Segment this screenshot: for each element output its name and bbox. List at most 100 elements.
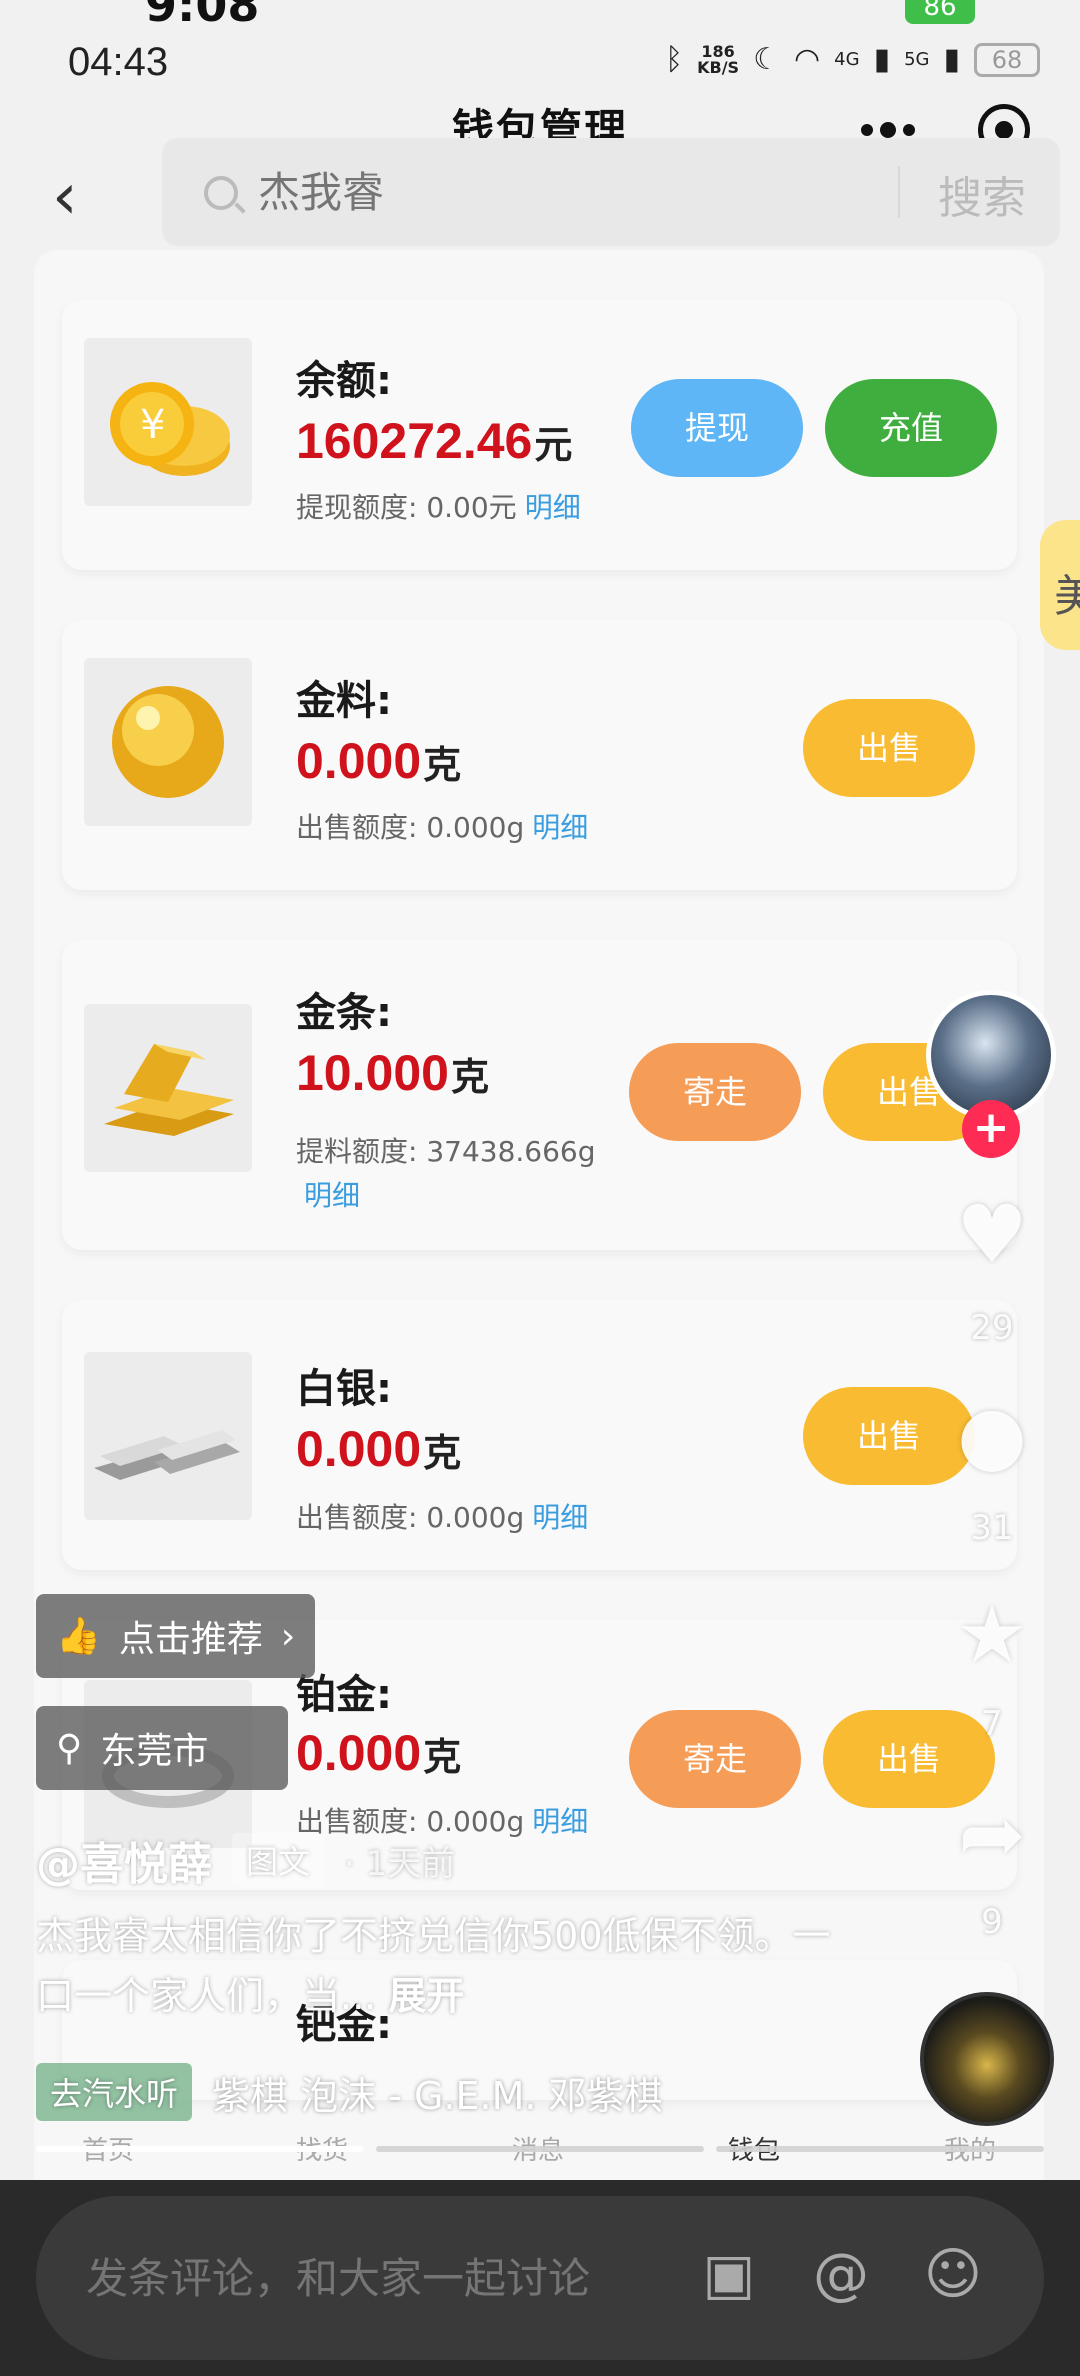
heart-icon[interactable]: ♥ [942, 1190, 1042, 1280]
wallet-card-balance: ¥ 余额: 160272.46元 提现额度: 0.00元 明细 提现 充值 [62, 300, 1017, 570]
author-line: @喜悦薛 图文 · 1天前 [36, 1828, 455, 1892]
share-icon[interactable]: ➦ [942, 1790, 1042, 1880]
withdraw-button[interactable]: 提现 [631, 379, 803, 477]
wallet-name: 金料: [296, 678, 392, 724]
screen: 9:08 86 04:43 ᛒ 186 KB/S ☾ ◠ 4G ▮ 5G ▮ 6… [0, 0, 1080, 2180]
at-icon[interactable]: @ [806, 2240, 876, 2310]
gold-bar-icon [104, 1044, 234, 1136]
wallet-quota: 提现额度: 0.00元 明细 [296, 486, 581, 526]
gold-bead-icon [112, 686, 224, 798]
comment-bar: ▣ @ ☺ [36, 2196, 1044, 2360]
recharge-button[interactable]: 充值 [825, 379, 997, 477]
post-caption: 杰我睿太相信你了不挤兑信你500低保不领。一口一个家人们，当... 展开 [36, 1906, 836, 2026]
wallet-card-gold-bar: 金条: 10.000克 提料额度: 37438.666g 明细 寄走 出售 [62, 940, 1017, 1250]
amount-value: 10.000 [296, 1045, 449, 1101]
star-icon[interactable]: ★ [942, 1590, 1042, 1680]
coins-icon: ¥ [110, 382, 230, 476]
action-rail: + ♥ 29 ● 31 ★ 7 ➦ 9 [920, 990, 1060, 2140]
emoji-icon[interactable]: ☺ [918, 2240, 988, 2310]
comment-input[interactable] [86, 2246, 646, 2310]
detail-link[interactable]: 明细 [532, 811, 588, 844]
expand-link[interactable]: 展开 [388, 1974, 464, 2018]
status-icons: ᛒ 186 KB/S ☾ ◠ 4G ▮ 5G ▮ 68 [665, 42, 1040, 77]
back-button[interactable]: ‹ [52, 162, 92, 232]
gold-bar-thumbnail [84, 1004, 252, 1172]
detail-link[interactable]: 明细 [525, 491, 581, 524]
wallet-amount: 0.000克 [296, 732, 461, 790]
post-type-tag: 图文 [232, 1833, 325, 1887]
gold-bead-thumbnail [84, 658, 252, 826]
outer-battery-icon: 86 [905, 0, 975, 24]
silver-bar-icon [94, 1430, 240, 1480]
amount-value: 160272.46 [296, 413, 533, 469]
quota-text: 提料额度: 37438.666g [296, 1135, 596, 1168]
location-chip[interactable]: ⚲ 东莞市 [36, 1706, 288, 1790]
net-speed-unit: KB/S [697, 57, 740, 77]
ship-button[interactable]: 寄走 [629, 1043, 801, 1141]
wifi-icon: ◠ [793, 42, 821, 77]
coins-thumbnail: ¥ [84, 338, 252, 506]
miniapp-tabbar: 首页 找货 消息 钱包 我的 [0, 2100, 1080, 2180]
location-pin-icon: ⚲ [56, 1727, 83, 1769]
ship-button[interactable]: 寄走 [629, 1710, 801, 1808]
detail-link[interactable]: 明细 [532, 1805, 588, 1838]
amount-unit: 克 [423, 1735, 462, 1779]
svg-text:¥: ¥ [140, 402, 165, 448]
follow-button[interactable]: + [962, 1100, 1020, 1158]
search-input[interactable] [258, 164, 738, 220]
wallet-amount: 160272.46元 [296, 412, 572, 470]
detail-link[interactable]: 明细 [304, 1179, 360, 1212]
like-count: 29 [970, 1308, 1014, 1348]
wallet-name: 余额: [296, 358, 392, 404]
outer-status-bar: 9:08 86 [0, 0, 1080, 32]
location-label: 东莞市 [100, 1731, 209, 1772]
signal-bars-icon-2: ▮ [943, 42, 960, 77]
recommend-chip[interactable]: 👍 点击推荐 › [36, 1594, 316, 1678]
wallet-quota: 提料额度: 37438.666g 明细 [296, 1130, 626, 1218]
signal-4g-icon: 4G [834, 49, 860, 70]
amount-value: 0.000 [296, 1725, 422, 1781]
search-divider [898, 166, 900, 218]
detail-link[interactable]: 明细 [532, 1501, 588, 1534]
comment-icon[interactable]: ● [942, 1390, 1042, 1480]
net-speed: 186 KB/S [697, 43, 740, 77]
signal-bars-icon: ▮ [873, 42, 891, 77]
amount-unit: 克 [423, 1431, 462, 1475]
thumbs-up-icon: 👍 [56, 1616, 101, 1657]
side-tab[interactable]: 美 [1040, 520, 1080, 650]
header: 钱包管理 ‹ 搜索 [0, 100, 1080, 260]
search-box: 搜索 [162, 138, 1060, 246]
amount-unit: 克 [423, 743, 462, 787]
outer-clock: 9:08 [145, 0, 260, 32]
progress-seg-2 [376, 2146, 704, 2152]
wallet-quota: 出售额度: 0.000g 明细 [296, 806, 588, 846]
chevron-right-icon: › [280, 1615, 296, 1657]
quota-text: 出售额度: 0.000g [296, 811, 525, 844]
wallet-quota: 出售额度: 0.000g 明细 [296, 1496, 588, 1536]
image-progress [36, 2146, 1044, 2152]
wallet-card-gold-material: 金料: 0.000克 出售额度: 0.000g 明细 出售 [62, 620, 1017, 890]
amount-value: 0.000 [296, 1421, 422, 1477]
wallet-name: 金条: [296, 990, 392, 1036]
quota-text: 出售额度: 0.000g [296, 1501, 525, 1534]
search-icon [204, 176, 238, 210]
silver-bar-thumbnail [84, 1352, 252, 1520]
amount-unit: 元 [534, 423, 573, 467]
wallet-name: 白银: [296, 1366, 392, 1412]
status-bar: 04:43 ᛒ 186 KB/S ☾ ◠ 4G ▮ 5G ▮ 68 [0, 30, 1080, 100]
wallet-amount: 0.000克 [296, 1724, 461, 1782]
search-button[interactable]: 搜索 [938, 162, 1026, 226]
status-time: 04:43 [68, 40, 169, 84]
image-icon[interactable]: ▣ [694, 2240, 764, 2310]
author-name[interactable]: @喜悦薛 [36, 1828, 212, 1892]
bluetooth-icon: ᛒ [665, 42, 684, 77]
moon-icon: ☾ [753, 42, 780, 77]
progress-seg-3 [716, 2146, 1044, 2152]
sell-button[interactable]: 出售 [803, 699, 975, 797]
amount-value: 0.000 [296, 733, 422, 789]
share-count: 9 [981, 1902, 1003, 1942]
quota-text: 提现额度: 0.00元 [296, 491, 517, 524]
recommend-label: 点击推荐 [118, 1619, 263, 1660]
wallet-card-silver: 白银: 0.000克 出售额度: 0.000g 明细 出售 [62, 1300, 1017, 1570]
progress-seg-1 [36, 2146, 364, 2152]
